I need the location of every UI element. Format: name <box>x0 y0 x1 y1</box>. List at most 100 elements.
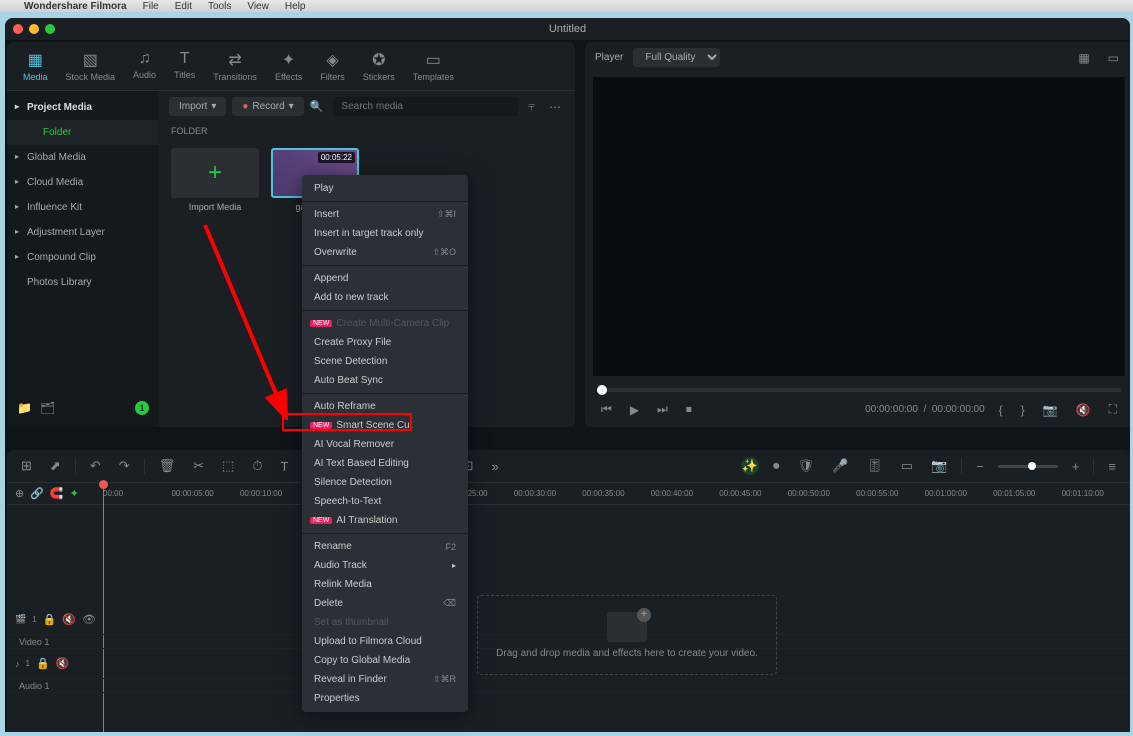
visible-icon[interactable]: 👁 <box>82 613 96 626</box>
menu-add-new-track[interactable]: Add to new track <box>302 288 468 307</box>
zoom-out-icon[interactable]: − <box>972 457 988 476</box>
menu-smart-scene-cut[interactable]: NEWSmart Scene Cut <box>302 416 468 435</box>
menu-speech-to-text[interactable]: Speech-to-Text <box>302 492 468 511</box>
new-folder-icon[interactable]: 📁 <box>17 401 32 415</box>
mic-icon[interactable]: 🎤 <box>828 456 852 476</box>
menu-audio-track[interactable]: Audio Track▸ <box>302 556 468 575</box>
menu-overwrite[interactable]: Overwrite⇧⌘O <box>302 243 468 262</box>
new-bin-icon[interactable]: 🗂 <box>40 401 55 415</box>
minimize-button[interactable] <box>29 24 39 34</box>
split-icon[interactable]: ✂ <box>189 456 208 476</box>
pointer-icon[interactable]: ⬈ <box>46 456 65 476</box>
tab-media[interactable]: ▦Media <box>23 50 48 82</box>
menu-play[interactable]: Play <box>302 179 468 198</box>
menu-auto-beat-sync[interactable]: Auto Beat Sync <box>302 371 468 390</box>
ai-button[interactable]: ✨ <box>741 457 759 475</box>
sidebar-photos-library[interactable]: Photos Library <box>7 270 159 295</box>
magnet-icon[interactable]: 🧲 <box>50 487 64 500</box>
tab-audio[interactable]: ♫Audio <box>133 50 156 82</box>
filter-icon[interactable]: ⫧ <box>524 97 539 116</box>
compare-view-icon[interactable]: ▦ <box>1074 49 1093 67</box>
text-icon[interactable]: T <box>276 457 292 476</box>
close-button[interactable] <box>13 24 23 34</box>
menu-tools[interactable]: Tools <box>208 1 231 12</box>
menu-auto-reframe[interactable]: Auto Reframe <box>302 397 468 416</box>
maximize-button[interactable] <box>45 24 55 34</box>
menu-ai-translation[interactable]: NEWAI Translation <box>302 511 468 530</box>
snap-icon[interactable]: ✦ <box>70 487 79 500</box>
fullscreen-icon[interactable]: ⛶ <box>1105 400 1121 419</box>
menu-edit[interactable]: Edit <box>175 1 192 12</box>
menu-append[interactable]: Append <box>302 269 468 288</box>
sidebar-influence-kit[interactable]: Influence Kit <box>7 195 159 220</box>
sidebar-compound-clip[interactable]: Compound Clip <box>7 245 159 270</box>
tab-stock-media[interactable]: ▧Stock Media <box>66 50 116 82</box>
track-link-icon[interactable]: 🔗 <box>30 487 44 500</box>
stop-button[interactable]: ⏹ <box>682 400 696 419</box>
speed-icon[interactable]: ⏱ <box>248 456 266 476</box>
tab-effects[interactable]: ✦Effects <box>275 50 302 82</box>
mute-icon[interactable]: 🔇 <box>62 613 76 626</box>
menu-proxy[interactable]: Create Proxy File <box>302 333 468 352</box>
menu-reveal-finder[interactable]: Reveal in Finder⇧⌘R <box>302 670 468 689</box>
delete-icon[interactable]: 🗑 <box>155 456 180 476</box>
menu-scene-detection[interactable]: Scene Detection <box>302 352 468 371</box>
lock-icon[interactable]: 🔒 <box>36 657 50 670</box>
tab-stickers[interactable]: ✪Stickers <box>363 50 395 82</box>
track-add-icon[interactable]: ⊕ <box>15 487 24 500</box>
snapshot-icon[interactable]: 📷 <box>1039 401 1062 419</box>
mark-in-icon[interactable]: { <box>995 401 1007 419</box>
menu-view[interactable]: View <box>247 1 269 12</box>
redo-icon[interactable]: ↷ <box>115 456 134 476</box>
import-media-tile[interactable]: + Import Media <box>171 148 259 212</box>
crop-icon[interactable]: ⬚ <box>218 456 238 476</box>
more-icon[interactable]: ⋯ <box>545 98 565 116</box>
play-button[interactable]: ▶ <box>626 401 643 419</box>
menu-delete[interactable]: Delete⌫ <box>302 594 468 613</box>
menu-file[interactable]: File <box>143 1 159 12</box>
menu-insert-target[interactable]: Insert in target track only <box>302 224 468 243</box>
record-vo-icon[interactable]: ⏺ <box>769 456 784 476</box>
menu-ai-text-editing[interactable]: AI Text Based Editing <box>302 454 468 473</box>
search-input[interactable] <box>333 97 518 116</box>
next-frame-button[interactable]: ⏭ <box>653 400 672 419</box>
menu-upload-cloud[interactable]: Upload to Filmora Cloud <box>302 632 468 651</box>
menu-silence-detection[interactable]: Silence Detection <box>302 473 468 492</box>
view-options-icon[interactable]: ≡ <box>1104 457 1120 476</box>
expand-tools-icon[interactable]: » <box>487 457 502 476</box>
menu-relink-media[interactable]: Relink Media <box>302 575 468 594</box>
timeline-ruler[interactable]: ⊕ 🔗 🧲 ✦ 00:00 00:00:05:00 00:00:10:00 00… <box>7 483 1130 505</box>
sidebar-project-media[interactable]: Project Media <box>7 95 159 120</box>
app-name[interactable]: Wondershare Filmora <box>24 1 127 12</box>
zoom-in-icon[interactable]: + <box>1068 457 1084 476</box>
mute-icon[interactable]: 🔇 <box>56 657 70 670</box>
zoom-slider[interactable] <box>998 465 1058 468</box>
sidebar-cloud-media[interactable]: Cloud Media <box>7 170 159 195</box>
snapshot2-icon[interactable]: 📷 <box>927 456 951 476</box>
menu-insert[interactable]: Insert⇧⌘I <box>302 205 468 224</box>
tab-templates[interactable]: ▭Templates <box>413 50 454 82</box>
sidebar-folder[interactable]: Folder <box>7 120 159 145</box>
mixer-icon[interactable]: 🎚 <box>862 456 887 476</box>
record-button[interactable]: ● Record ▾ <box>232 97 303 116</box>
mark-out-icon[interactable]: } <box>1017 401 1029 419</box>
import-button[interactable]: Import ▾ <box>169 97 226 116</box>
lock-icon[interactable]: 🔒 <box>43 613 57 626</box>
menu-help[interactable]: Help <box>285 1 306 12</box>
menu-properties[interactable]: Properties <box>302 689 468 708</box>
undo-icon[interactable]: ↶ <box>86 456 105 476</box>
sidebar-global-media[interactable]: Global Media <box>7 145 159 170</box>
sidebar-adjustment-layer[interactable]: Adjustment Layer <box>7 220 159 245</box>
quality-dropdown[interactable]: Full Quality <box>633 48 720 67</box>
preview-viewport[interactable] <box>593 77 1125 376</box>
tab-transitions[interactable]: ⇄Transitions <box>213 50 257 82</box>
timeline-dropzone[interactable]: Drag and drop media and effects here to … <box>477 595 777 675</box>
tab-filters[interactable]: ◈Filters <box>320 50 345 82</box>
menu-ai-vocal-remover[interactable]: AI Vocal Remover <box>302 435 468 454</box>
display-settings-icon[interactable]: ▭ <box>1104 49 1123 67</box>
prev-frame-button[interactable]: ⏮ <box>597 400 616 419</box>
tab-titles[interactable]: TTitles <box>174 50 195 82</box>
menu-rename[interactable]: RenameF2 <box>302 537 468 556</box>
volume-icon[interactable]: 🔇 <box>1072 401 1095 419</box>
playback-scrubber[interactable] <box>597 388 1121 392</box>
